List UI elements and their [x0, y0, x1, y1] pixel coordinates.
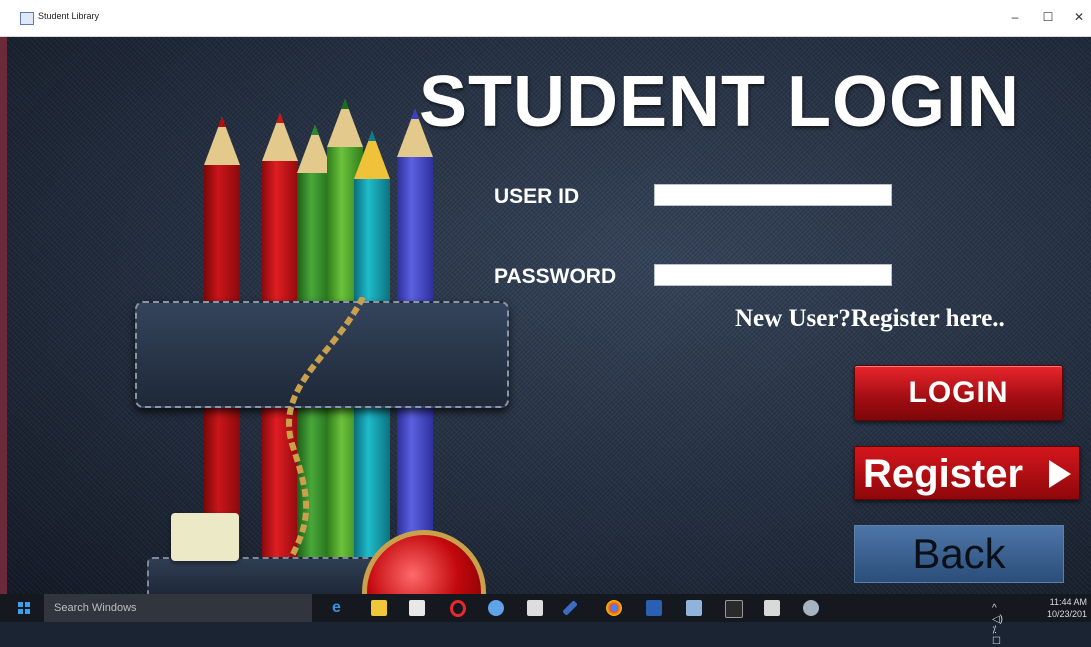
password-label: PASSWORD: [494, 265, 617, 288]
camera-icon[interactable]: [527, 600, 543, 616]
paint-icon[interactable]: [803, 600, 819, 616]
store-icon[interactable]: [409, 600, 425, 616]
user-id-label: USER ID: [494, 185, 580, 208]
maximize-button[interactable]: ☐: [1037, 6, 1059, 28]
register-button[interactable]: Register: [854, 446, 1080, 500]
edge-icon[interactable]: e: [332, 600, 348, 616]
eraser: [171, 513, 239, 561]
clock-date[interactable]: 10/23/201: [1047, 609, 1087, 619]
register-link[interactable]: New User?Register here..: [735, 305, 1005, 333]
app-icon: [20, 12, 34, 25]
opera-icon[interactable]: [450, 600, 466, 617]
chrome-icon[interactable]: [606, 600, 622, 616]
tool-icon[interactable]: [562, 600, 578, 616]
file-explorer-icon[interactable]: [371, 600, 387, 616]
close-button[interactable]: ✕: [1068, 6, 1090, 28]
register-button-label: Register: [863, 452, 1024, 496]
page-title: STUDENT LOGIN: [419, 62, 1020, 142]
login-panel: STUDENT LOGIN USER ID PASSWORD New User?…: [7, 37, 1091, 594]
login-button[interactable]: LOGIN: [854, 365, 1063, 421]
word-icon[interactable]: [646, 600, 662, 616]
minimize-button[interactable]: –: [1004, 6, 1026, 28]
user-id-input[interactable]: [654, 184, 892, 206]
password-input[interactable]: [654, 264, 892, 286]
window-border: [0, 37, 7, 594]
play-arrow-icon: [1049, 460, 1071, 488]
window-title: Student Library: [38, 11, 100, 21]
clock-time[interactable]: 11:44 AM: [1047, 597, 1087, 607]
taskbar: Search Windows e ^ ◁) ⁒ ☐ 11:44 AM 10/23…: [0, 594, 1091, 647]
taskbar-search[interactable]: Search Windows: [44, 594, 312, 622]
tray-icons[interactable]: ^ ◁) ⁒ ☐: [992, 603, 1003, 647]
chain-decoration: [270, 297, 366, 587]
app2-icon[interactable]: [686, 600, 702, 616]
terminal-icon[interactable]: [725, 600, 743, 618]
windows-start-icon[interactable]: [18, 602, 30, 614]
back-button[interactable]: Back: [854, 525, 1064, 583]
java-app-icon[interactable]: [764, 600, 780, 616]
window-titlebar: Student Library – ☐ ✕: [0, 0, 1091, 37]
app-icon[interactable]: [488, 600, 504, 616]
